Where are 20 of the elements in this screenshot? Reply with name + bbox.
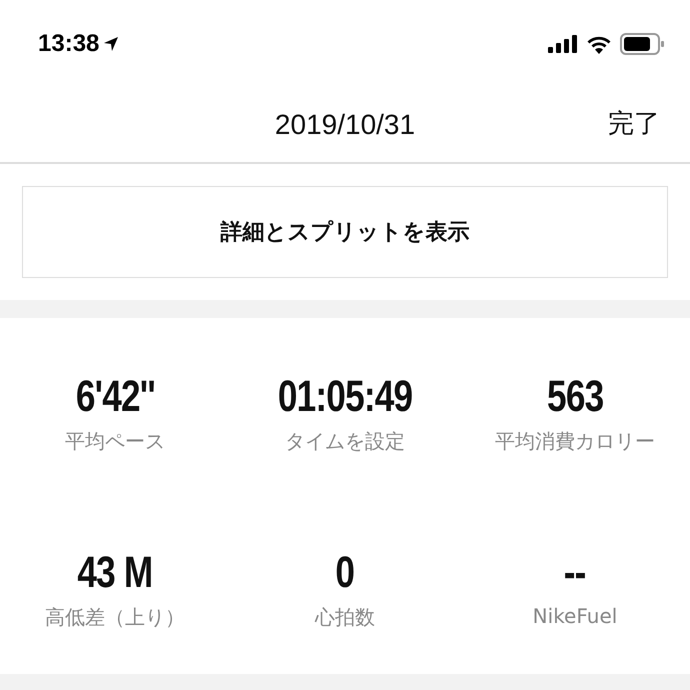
signal-icon — [548, 35, 578, 53]
status-time: 13:38 — [38, 30, 100, 58]
stat-label: 心拍数 — [315, 604, 375, 631]
header-title: 2019/10/31 — [274, 109, 416, 141]
stat-value: 0 — [336, 548, 354, 598]
stat-label: タイムを設定 — [285, 428, 405, 455]
stat-value: 01:05:49 — [278, 372, 412, 422]
stat-label: 平均ペース — [65, 428, 165, 455]
details-button[interactable]: 詳細とスプリットを表示 — [22, 186, 668, 278]
stat-value: 6'42'' — [75, 372, 155, 422]
stat-value: 563 — [546, 372, 604, 422]
stat-label: NikeFuel — [532, 604, 618, 628]
battery-icon — [620, 33, 664, 55]
stat-value: 43 M — [77, 548, 153, 598]
wifi-icon — [586, 34, 612, 54]
stat-label: 高低差（上り） — [45, 604, 185, 631]
location-arrow-icon — [103, 36, 120, 52]
done-button[interactable]: 完了 — [608, 106, 660, 141]
stat-value: -- — [564, 548, 586, 598]
stat-label: 平均消費カロリー — [495, 428, 655, 455]
